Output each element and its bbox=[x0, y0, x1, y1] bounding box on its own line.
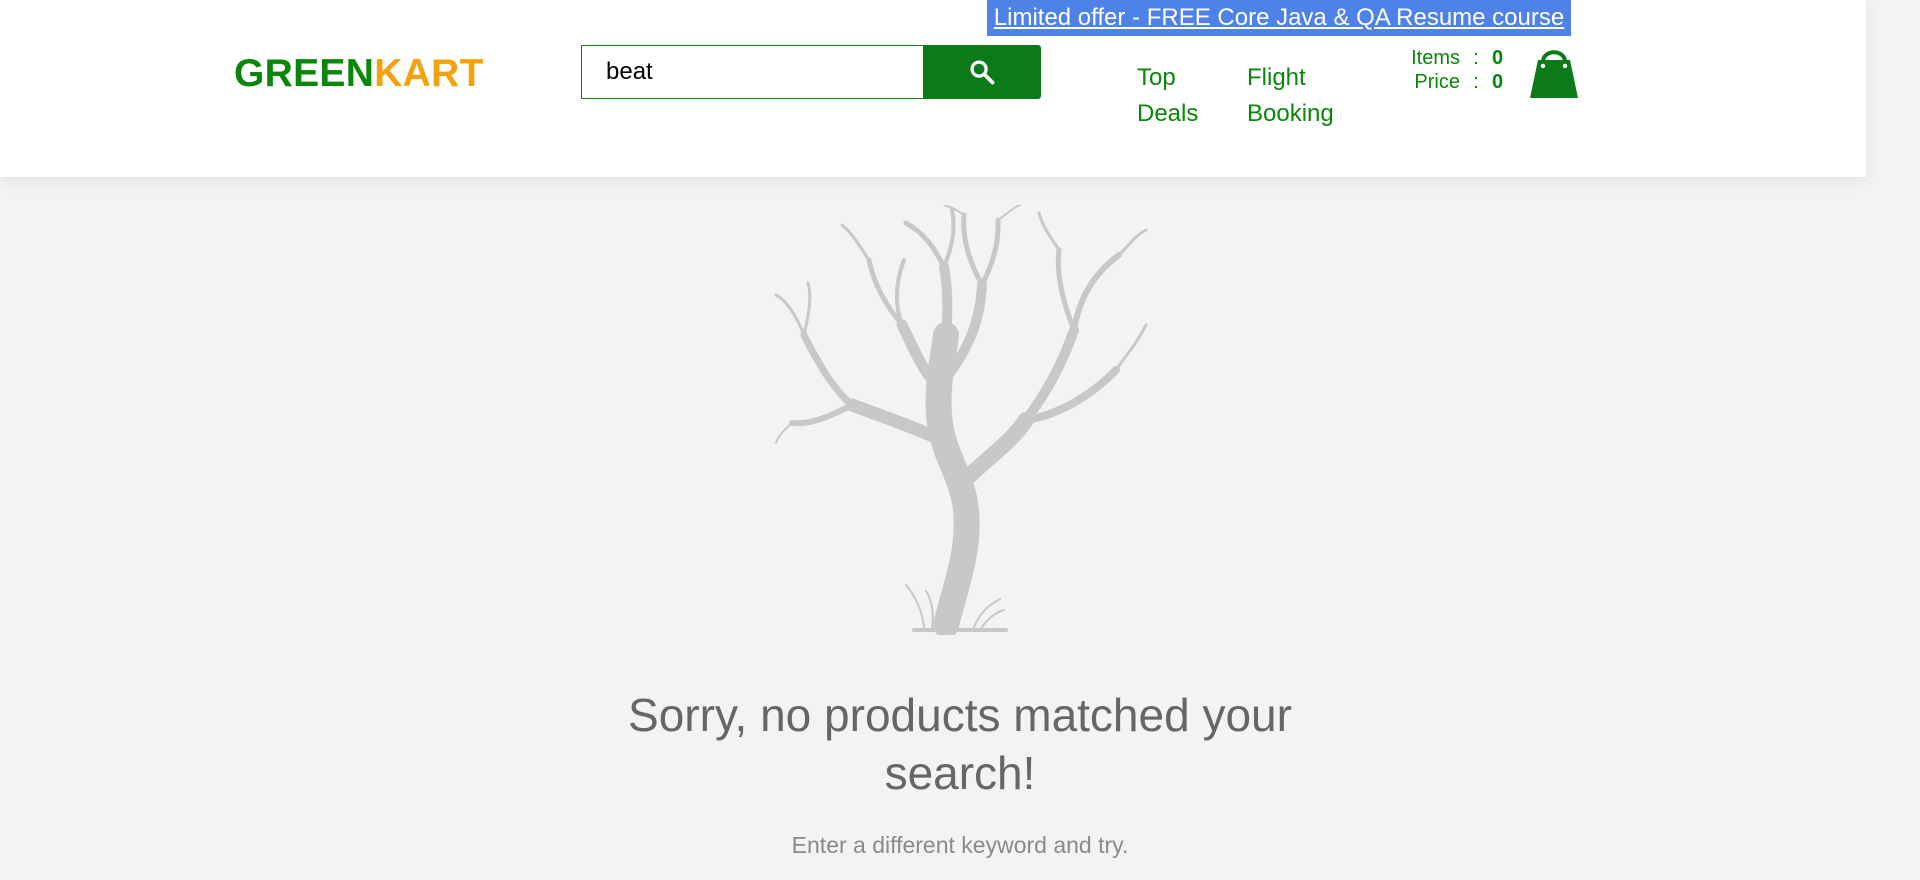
cart-items-row: Items : 0 bbox=[1380, 46, 1512, 70]
empty-state-hint: Enter a different keyword and try. bbox=[791, 832, 1129, 858]
shopping-bag-icon[interactable] bbox=[1528, 44, 1580, 100]
cart-price-row: Price : 0 bbox=[1380, 70, 1512, 94]
logo-part-kart: KART bbox=[374, 52, 484, 95]
search-icon bbox=[970, 60, 995, 85]
brand-logo: GREENKART bbox=[234, 52, 484, 96]
promo-banner-link[interactable]: Limited offer - FREE Core Java & QA Resu… bbox=[987, 0, 1571, 36]
nav-flight-booking-link[interactable]: Flight Booking bbox=[1247, 60, 1334, 132]
cart-items-label: Items bbox=[1411, 47, 1460, 69]
bare-tree-illustration bbox=[774, 205, 1148, 635]
header: Limited offer - FREE Core Java & QA Resu… bbox=[0, 0, 1866, 177]
logo-part-green: GREEN bbox=[234, 52, 375, 95]
cart-price-separator: : bbox=[1473, 71, 1479, 93]
nav-top-deals-line1: Top bbox=[1137, 64, 1176, 91]
cart-info: Items : 0 Price : 0 bbox=[1380, 46, 1512, 94]
cart-items-value: 0 bbox=[1492, 47, 1504, 69]
cart-price-value: 0 bbox=[1492, 71, 1504, 93]
nav-top-deals-line2: Deals bbox=[1137, 100, 1199, 127]
nav-flight-booking-line1: Flight bbox=[1247, 64, 1306, 91]
nav-flight-booking-line2: Booking bbox=[1247, 100, 1334, 127]
cart-price-label: Price bbox=[1414, 71, 1460, 93]
empty-state-title: Sorry, no products matched your search! bbox=[628, 689, 1292, 799]
search-button[interactable] bbox=[923, 45, 1041, 99]
cart-items-separator: : bbox=[1473, 47, 1479, 69]
nav-top-deals-link[interactable]: Top Deals bbox=[1137, 60, 1198, 132]
search-input[interactable] bbox=[581, 45, 923, 99]
